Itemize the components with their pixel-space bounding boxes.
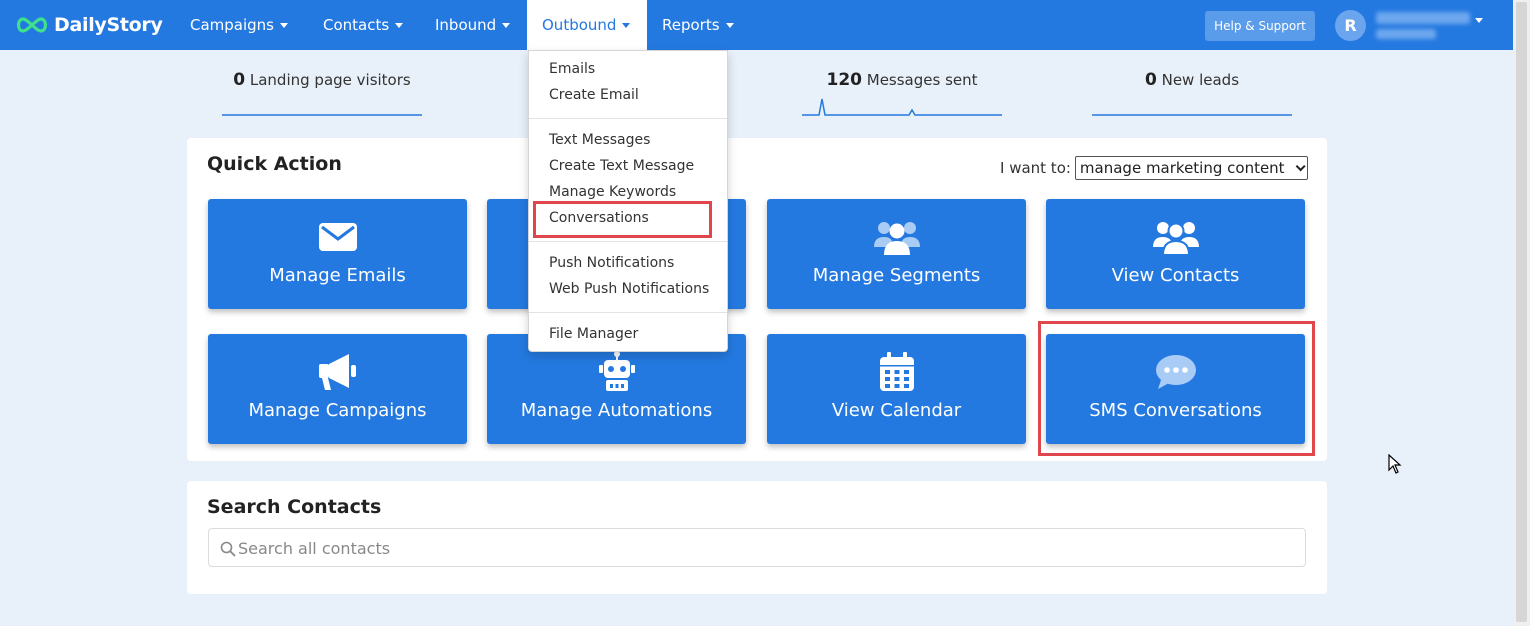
caret-down-icon [280,23,289,28]
quick-action-title: Quick Action [207,153,342,175]
users-icon [767,215,1026,259]
nav-contacts-label: Contacts [323,16,390,34]
tile-label: View Contacts [1111,265,1240,286]
users-icon [1046,215,1305,259]
stat-sparkline [222,114,422,116]
stat-messages-sent: 120 Messages sent [802,70,1002,90]
tile-manage-segments[interactable]: Manage Segments [767,199,1026,309]
brand-name: DailyStory [54,14,163,36]
menu-item-emails[interactable]: Emails [549,61,595,77]
menu-item-create-email[interactable]: Create Email [549,87,639,103]
nav-contacts[interactable]: Contacts [308,0,418,50]
i-want-to-value: manage marketing content [1079,159,1285,177]
user-name-redacted[interactable] [1376,12,1470,24]
i-want-to-control: I want to: manage marketing content [1000,156,1308,180]
infinity-logo-icon [16,17,48,33]
help-support-button[interactable]: Help & Support [1205,11,1315,41]
tile-manage-campaigns[interactable]: Manage Campaigns [208,334,467,444]
search-icon [220,541,236,557]
stat-sparkline [802,98,1002,116]
caret-down-icon [395,23,404,28]
stat-label: New leads [1156,71,1240,89]
highlight-box-sms-tile [1038,321,1315,456]
tile-label: View Calendar [831,400,962,421]
menu-item-web-push-notifications[interactable]: Web Push Notifications [549,281,709,297]
menu-item-create-text-message[interactable]: Create Text Message [549,158,694,174]
top-navbar: DailyStory Campaigns Contacts Inbound Ou… [0,0,1513,50]
vertical-scrollbar[interactable] [1513,0,1530,626]
menu-divider [529,312,727,313]
nav-reports-label: Reports [662,16,720,34]
nav-inbound-label: Inbound [435,16,497,34]
megaphone-icon [208,350,467,394]
search-contacts-title: Search Contacts [207,496,382,518]
i-want-to-select[interactable]: manage marketing content [1074,156,1308,180]
nav-outbound[interactable]: Outbound [527,0,647,50]
tile-manage-emails[interactable]: Manage Emails [208,199,467,309]
caret-down-icon [502,23,511,28]
nav-outbound-label: Outbound [542,16,617,34]
tile-label: Manage Automations [520,400,713,421]
stat-value: 0 [1144,70,1157,90]
menu-divider [529,241,727,242]
brand-logo[interactable]: DailyStory [14,10,163,40]
menu-item-text-messages[interactable]: Text Messages [549,132,650,148]
mouse-cursor-icon [1388,454,1402,474]
menu-item-file-manager[interactable]: File Manager [549,326,638,342]
menu-item-push-notifications[interactable]: Push Notifications [549,255,674,271]
stat-new-leads: 0 New leads [1092,70,1292,90]
stat-label: Landing page visitors [245,71,411,89]
search-input[interactable]: Search all contacts [208,528,1306,567]
tile-label: Manage Campaigns [248,400,427,421]
tile-label: Manage Emails [269,265,406,286]
chevron-down-icon [1295,161,1306,172]
envelope-icon [208,215,467,259]
stat-value: 120 [826,70,862,90]
stat-landing-visitors: 0 Landing page visitors [222,70,422,90]
robot-icon [487,350,746,394]
calendar-icon [767,350,1026,394]
highlight-box-conversations [533,201,712,238]
stat-label: Messages sent [861,71,978,89]
caret-down-icon [725,23,734,28]
stat-value: 0 [233,70,246,90]
caret-down-icon [622,23,631,28]
tile-label: Manage Segments [812,265,981,286]
user-org-redacted [1376,29,1436,39]
tile-view-contacts[interactable]: View Contacts [1046,199,1305,309]
user-avatar[interactable]: R [1335,10,1366,41]
menu-item-manage-keywords[interactable]: Manage Keywords [549,184,676,200]
user-menu-caret-icon[interactable] [1475,18,1483,23]
scrollbar-thumb[interactable] [1516,2,1527,622]
search-placeholder: Search all contacts [238,539,391,558]
nav-campaigns[interactable]: Campaigns [175,0,303,50]
menu-divider [529,118,727,119]
nav-reports[interactable]: Reports [647,0,749,50]
i-want-to-label: I want to: [1000,159,1071,177]
nav-campaigns-label: Campaigns [190,16,275,34]
tile-view-calendar[interactable]: View Calendar [767,334,1026,444]
stat-sparkline [1092,114,1292,116]
nav-inbound[interactable]: Inbound [420,0,525,50]
